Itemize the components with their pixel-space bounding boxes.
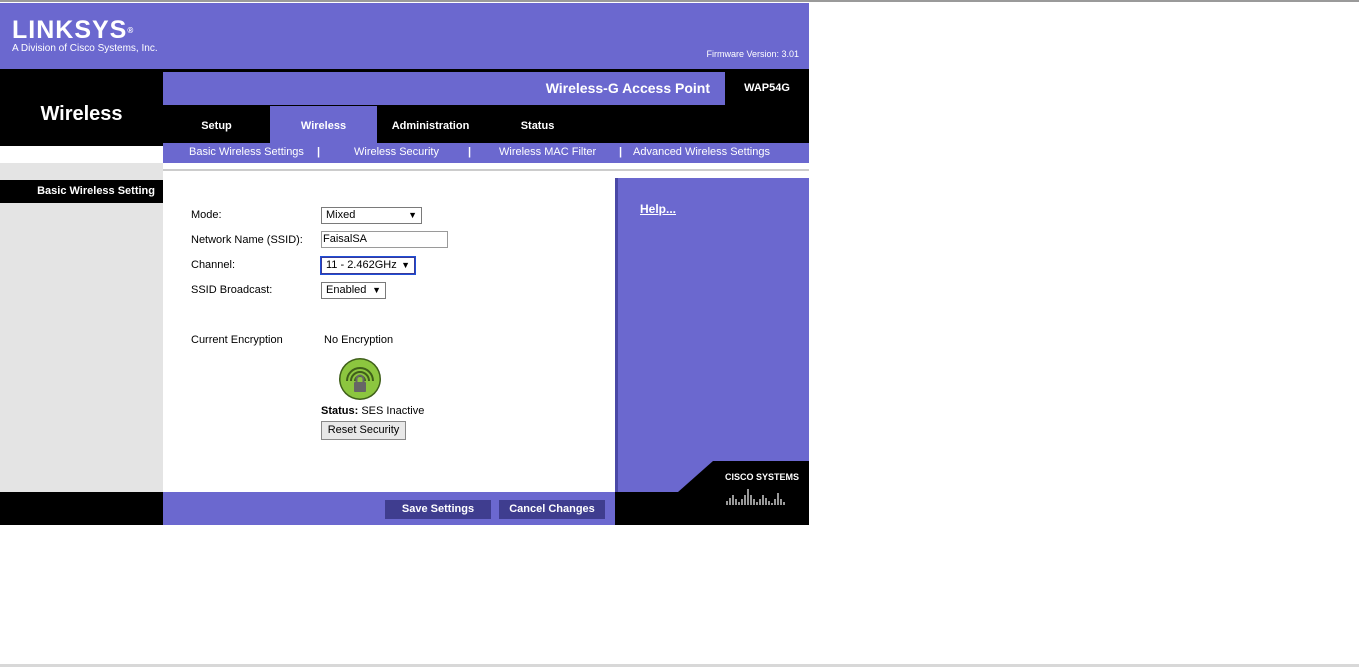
logo-tagline: A Division of Cisco Systems, Inc. bbox=[12, 43, 158, 54]
chevron-down-icon: ▼ bbox=[408, 210, 417, 220]
current-encryption-value: No Encryption bbox=[324, 334, 394, 346]
subnav-wireless-security[interactable]: Wireless Security bbox=[354, 146, 439, 158]
ssid-input[interactable]: FaisalSA bbox=[321, 231, 448, 248]
help-link[interactable]: Help... bbox=[640, 202, 676, 216]
window-top-border bbox=[0, 0, 1359, 2]
firmware-version: Firmware Version: 3.01 bbox=[706, 49, 799, 59]
product-bar: Wireless-G Access Point bbox=[163, 72, 725, 105]
chevron-down-icon: ▼ bbox=[401, 260, 410, 270]
router-admin-page: LINKSYS® A Division of Cisco Systems, In… bbox=[0, 3, 809, 525]
subnav-advanced-wireless-settings[interactable]: Advanced Wireless Settings bbox=[633, 146, 770, 158]
subnav-separator: | bbox=[317, 146, 321, 158]
model-number: WAP54G bbox=[744, 82, 790, 94]
tab-administration[interactable]: Administration bbox=[377, 106, 484, 146]
main-tabs: Setup Wireless Administration Status bbox=[163, 106, 591, 146]
logo-text: LINKSYS bbox=[12, 16, 128, 44]
mode-value: Mixed bbox=[326, 209, 356, 221]
subnav-separator: | bbox=[619, 146, 623, 158]
cisco-systems-logo: CISCO SYSTEMS bbox=[678, 461, 809, 525]
tab-setup[interactable]: Setup bbox=[163, 106, 270, 146]
ses-status: Status: SES Inactive bbox=[321, 405, 424, 417]
ses-status-label: Status: bbox=[321, 405, 359, 417]
left-sidebar bbox=[0, 175, 163, 492]
linksys-logo: LINKSYS® A Division of Cisco Systems, In… bbox=[12, 18, 158, 55]
reset-security-button[interactable]: Reset Security bbox=[321, 421, 406, 440]
registered-mark: ® bbox=[127, 26, 135, 35]
mode-label: Mode: bbox=[191, 209, 222, 221]
channel-select[interactable]: 11 - 2.462GHz ▼ bbox=[320, 256, 416, 275]
header-bar: LINKSYS® A Division of Cisco Systems, In… bbox=[0, 3, 809, 69]
ses-status-value: SES Inactive bbox=[361, 405, 425, 417]
ses-lock-icon bbox=[339, 358, 381, 400]
section-title: Wireless bbox=[40, 103, 123, 125]
subnav-wireless-mac-filter[interactable]: Wireless MAC Filter bbox=[499, 146, 596, 158]
subnav-basic-wireless-settings[interactable]: Basic Wireless Settings bbox=[189, 146, 304, 158]
ssid-label: Network Name (SSID): bbox=[191, 234, 303, 246]
subnav-bar: Basic Wireless Settings | Wireless Secur… bbox=[163, 143, 809, 163]
save-settings-button[interactable]: Save Settings bbox=[385, 500, 491, 519]
cancel-changes-button[interactable]: Cancel Changes bbox=[499, 500, 605, 519]
tab-wireless[interactable]: Wireless bbox=[270, 106, 377, 146]
subnav-separator: | bbox=[468, 146, 472, 158]
sidebar-section-label: Basic Wireless Setting bbox=[0, 180, 163, 203]
current-encryption-label: Current Encryption bbox=[191, 334, 283, 346]
cisco-logo-text: CISCO SYSTEMS bbox=[725, 472, 799, 482]
ssid-broadcast-value: Enabled bbox=[326, 284, 367, 296]
product-name: Wireless-G Access Point bbox=[545, 80, 710, 96]
chevron-down-icon: ▼ bbox=[372, 285, 381, 295]
ssid-broadcast-select[interactable]: Enabled ▼ bbox=[321, 282, 386, 299]
mode-select[interactable]: Mixed ▼ bbox=[321, 207, 422, 224]
help-panel: Help... bbox=[615, 178, 809, 492]
channel-value: 11 - 2.462GHz bbox=[326, 259, 397, 271]
channel-label: Channel: bbox=[191, 259, 236, 271]
ssid-broadcast-label: SSID Broadcast: bbox=[191, 284, 273, 296]
tab-status[interactable]: Status bbox=[484, 106, 591, 146]
